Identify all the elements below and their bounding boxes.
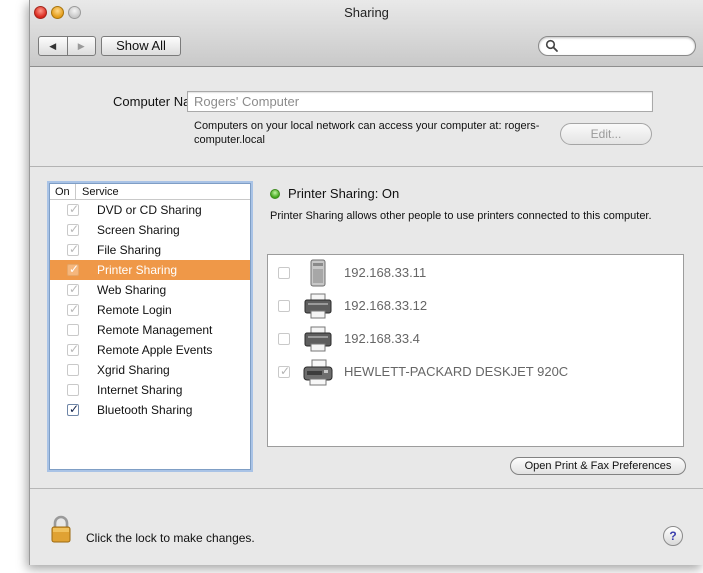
service-row[interactable]: Remote Login xyxy=(50,300,250,320)
toolbar: Sharing ◀ ▶ Show All xyxy=(30,0,703,67)
service-label: Printer Sharing xyxy=(97,263,178,277)
printer-icon xyxy=(304,293,332,319)
printer-row[interactable]: 192.168.33.11 xyxy=(268,258,683,288)
printer-label: 192.168.33.11 xyxy=(344,265,427,280)
service-row[interactable]: Remote Management xyxy=(50,320,250,340)
service-rows: DVD or CD Sharing Screen Sharing File Shar… xyxy=(50,200,250,420)
computer-name-section: Computer Name: Rogers' Computer Computer… xyxy=(30,68,703,167)
sharing-window: Sharing ◀ ▶ Show All Computer Name: Roge… xyxy=(29,0,703,565)
service-row[interactable]: Screen Sharing xyxy=(50,220,250,240)
service-label: Bluetooth Sharing xyxy=(97,403,193,417)
service-checkbox[interactable] xyxy=(67,224,79,236)
service-checkbox[interactable] xyxy=(67,364,79,376)
printer-label: 192.168.33.12 xyxy=(344,298,428,313)
service-row[interactable]: Printer Sharing xyxy=(50,260,250,280)
service-label: Internet Sharing xyxy=(97,383,183,397)
forward-button[interactable]: ▶ xyxy=(68,37,96,55)
service-status-title: Printer Sharing: On xyxy=(288,186,400,201)
service-label: Remote Management xyxy=(97,323,213,337)
window-title: Sharing xyxy=(344,5,389,20)
service-label: DVD or CD Sharing xyxy=(97,203,202,217)
service-label: Screen Sharing xyxy=(97,223,180,237)
printer-checkbox[interactable] xyxy=(278,333,290,345)
service-label: Remote Apple Events xyxy=(97,343,213,357)
lock-icon[interactable] xyxy=(51,515,71,543)
search-icon xyxy=(545,39,558,52)
service-list[interactable]: On Service DVD or CD Sharing Screen Shari… xyxy=(49,183,251,470)
printer-row[interactable]: 192.168.33.4 xyxy=(268,324,683,354)
printer-icon xyxy=(304,326,332,352)
service-label: Web Sharing xyxy=(97,283,167,297)
service-row[interactable]: Internet Sharing xyxy=(50,380,250,400)
service-description: Printer Sharing allows other people to u… xyxy=(270,210,652,222)
service-label: Xgrid Sharing xyxy=(97,363,170,377)
column-header-on[interactable]: On xyxy=(50,184,76,199)
service-label: File Sharing xyxy=(97,243,162,257)
service-checkbox[interactable] xyxy=(67,304,79,316)
network-address-text: Computers on your local network can acce… xyxy=(194,120,540,146)
bottom-bar: Click the lock to make changes. ? xyxy=(30,488,703,565)
service-checkbox[interactable] xyxy=(67,344,79,356)
search-field[interactable] xyxy=(538,36,696,56)
service-checkbox[interactable] xyxy=(67,284,79,296)
service-checkbox[interactable] xyxy=(67,384,79,396)
back-button[interactable]: ◀ xyxy=(39,37,68,55)
service-checkbox[interactable] xyxy=(67,324,79,336)
service-checkbox[interactable] xyxy=(67,204,79,216)
printer-checkbox[interactable] xyxy=(278,267,290,279)
show-all-button[interactable]: Show All xyxy=(101,36,181,56)
lock-message: Click the lock to make changes. xyxy=(86,531,255,545)
edit-button[interactable]: Edit... xyxy=(560,123,652,145)
service-checkbox[interactable] xyxy=(67,404,79,416)
printer-checkbox[interactable] xyxy=(278,300,290,312)
service-label: Remote Login xyxy=(97,303,172,317)
service-checkbox[interactable] xyxy=(67,244,79,256)
printer-checkbox[interactable] xyxy=(278,366,290,378)
service-list-header: On Service xyxy=(50,184,250,200)
service-row[interactable]: Xgrid Sharing xyxy=(50,360,250,380)
printer-list[interactable]: 192.168.33.11 192.168.33.12 192.168.33.4 HE… xyxy=(267,254,684,447)
service-row[interactable]: File Sharing xyxy=(50,240,250,260)
service-row[interactable]: DVD or CD Sharing xyxy=(50,200,250,220)
back-forward-control: ◀ ▶ xyxy=(38,36,96,56)
printer-row[interactable]: 192.168.33.12 xyxy=(268,291,683,321)
service-row[interactable]: Bluetooth Sharing xyxy=(50,400,250,420)
status-indicator-icon xyxy=(270,189,280,199)
service-row[interactable]: Remote Apple Events xyxy=(50,340,250,360)
inkjet-printer-icon xyxy=(303,359,333,386)
printer-label: HEWLETT-PACKARD DESKJET 920C xyxy=(344,364,569,379)
printer-row[interactable]: HEWLETT-PACKARD DESKJET 920C xyxy=(268,357,683,387)
column-header-service[interactable]: Service xyxy=(76,186,119,198)
open-print-fax-preferences-button[interactable]: Open Print & Fax Preferences xyxy=(510,457,686,475)
help-button[interactable]: ? xyxy=(663,526,683,546)
printer-label: 192.168.33.4 xyxy=(344,331,420,346)
service-row[interactable]: Web Sharing xyxy=(50,280,250,300)
laser-printer-icon xyxy=(310,259,326,287)
service-checkbox[interactable] xyxy=(67,264,79,276)
computer-name-field[interactable]: Rogers' Computer xyxy=(187,91,653,112)
